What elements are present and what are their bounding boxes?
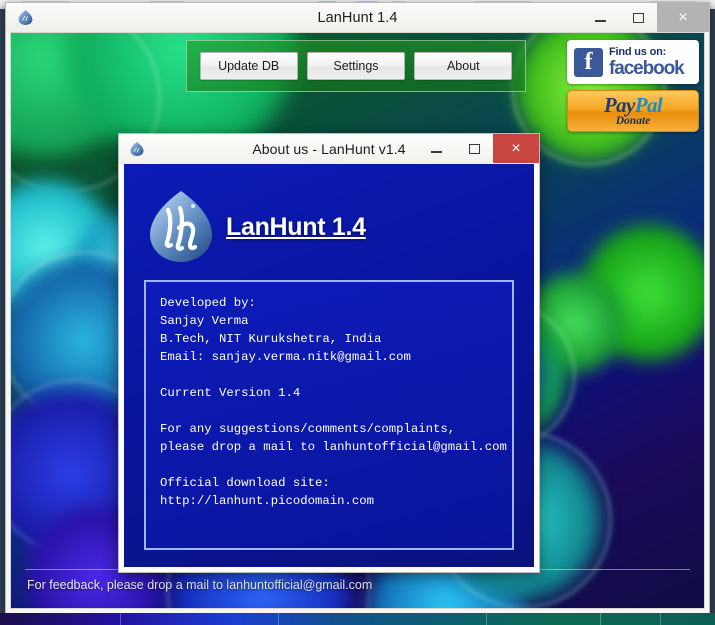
about-button[interactable]: About: [414, 52, 513, 80]
leaf-logo-icon: [17, 9, 34, 26]
dialog-minimize-button[interactable]: [417, 134, 455, 163]
info-line: Sanjay Verma: [160, 314, 249, 328]
desktop: LanHunt 1.4 × Update DB Settings About f…: [0, 0, 715, 625]
about-dialog: About us - LanHunt v1.4 × LanHunt 1.4 De…: [118, 133, 540, 573]
paypal-word-pay: Pay: [603, 93, 635, 117]
facebook-wordmark: facebook: [609, 57, 685, 79]
brand-title: LanHunt 1.4: [226, 212, 366, 241]
toolbar-panel: Update DB Settings About: [186, 40, 526, 92]
update-db-button[interactable]: Update DB: [199, 52, 298, 80]
brand-row: LanHunt 1.4: [146, 188, 522, 266]
info-line: Developed by:: [160, 296, 256, 310]
footer-feedback-text: For feedback, please drop a mail to lanh…: [27, 578, 373, 592]
facebook-badge[interactable]: f Find us on: facebook: [567, 40, 699, 84]
main-window-titlebar[interactable]: LanHunt 1.4 ×: [6, 3, 709, 32]
settings-button[interactable]: Settings: [306, 52, 405, 80]
dialog-close-button[interactable]: ×: [493, 134, 539, 163]
info-line: B.Tech, NIT Kurukshetra, India: [160, 332, 382, 346]
about-info-box: Developed by: Sanjay Verma B.Tech, NIT K…: [144, 280, 514, 550]
paypal-donate-label: Donate: [615, 115, 651, 127]
close-button[interactable]: ×: [657, 3, 709, 32]
social-badges: f Find us on: facebook PayPal Donate: [567, 40, 699, 132]
about-dialog-titlebar[interactable]: About us - LanHunt v1.4 ×: [119, 134, 539, 164]
info-line-spacer: [160, 456, 498, 474]
taskbar-strip: [0, 613, 715, 625]
main-window-controls: ×: [581, 3, 709, 32]
minimize-button[interactable]: [581, 3, 619, 32]
info-line: For any suggestions/comments/complaints,: [160, 422, 456, 436]
paypal-wordmark: PayPal: [603, 93, 663, 117]
main-window: LanHunt 1.4 × Update DB Settings About f…: [5, 2, 710, 614]
info-line-spacer: [160, 366, 498, 384]
main-window-body: Update DB Settings About f Find us on: f…: [10, 32, 705, 609]
info-line-spacer: [160, 402, 498, 420]
dialog-maximize-button[interactable]: [455, 134, 493, 163]
facebook-find-us-label: Find us on:: [609, 45, 667, 58]
paypal-word-pal: Pal: [634, 93, 663, 117]
lh-leaf-logo-icon: [146, 188, 216, 266]
info-line: http://lanhunt.picodomain.com: [160, 494, 375, 508]
facebook-badge-text: Find us on: facebook: [609, 45, 685, 79]
info-line: Email: sanjay.verma.nitk@gmail.com: [160, 350, 411, 364]
maximize-button[interactable]: [619, 3, 657, 32]
info-line: please drop a mail to lanhuntofficial@gm…: [160, 440, 507, 454]
info-line: Official download site:: [160, 476, 330, 490]
about-dialog-body: LanHunt 1.4 Developed by: Sanjay Verma B…: [124, 164, 534, 567]
info-line: Current Version 1.4: [160, 386, 301, 400]
about-dialog-controls: ×: [417, 134, 539, 163]
paypal-donate-button[interactable]: PayPal Donate: [567, 90, 699, 132]
leaf-logo-icon: [129, 141, 145, 157]
facebook-icon: f: [574, 47, 603, 77]
